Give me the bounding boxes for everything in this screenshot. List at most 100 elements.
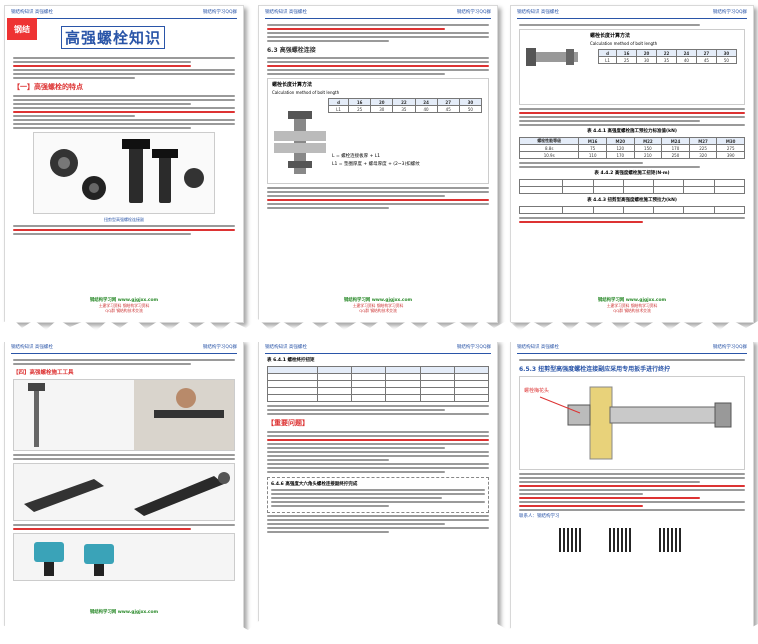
calc-title: 螺栓长度计算方法 — [590, 33, 631, 39]
note-heading: 6.4.6 高强度大六角头螺栓连接副终拧完成 — [271, 482, 358, 487]
length-header-cell-2: 20 — [636, 49, 657, 57]
length-header-cell-3: 22 — [656, 49, 677, 57]
length-value-cell-3: 35 — [392, 105, 416, 113]
length-value-cell-0: L1 — [327, 105, 350, 113]
twist-off-bolt-diagram: 螺栓梅花头 — [519, 376, 745, 470]
preload-value-cell: 10.9s — [518, 151, 580, 159]
page-5[interactable]: 钢结构知识 高强螺栓 钢结构学习QQ群 表 6.4.1 螺栓终拧扭矩 【重要问题… — [258, 340, 498, 635]
bolt-drawing — [274, 111, 326, 174]
preload-value-cell: 170 — [661, 144, 690, 152]
contact-line[interactable]: 联系人：钢结构学习 — [519, 513, 745, 519]
bolt-length-table: d 16 20 22 24 27 30 L1 25 30 35 40 45 50 — [327, 98, 483, 113]
preload-value-cell: 210 — [633, 151, 663, 159]
page-6[interactable]: 钢结构知识 高强螺栓 钢结构学习QQ群 6.5.3 扭剪型高强度螺栓连接副应采用… — [510, 340, 754, 635]
length-header-cell-0: d — [597, 49, 618, 57]
header-left: 钢结构知识 高强螺栓 — [517, 10, 559, 15]
torn-edge-top-row — [0, 318, 758, 342]
length-value-cell-3: 35 — [656, 56, 677, 64]
section-heading: 6.5.3 扭剪型高强度螺栓连接副应采用专用扳手进行终拧 — [519, 366, 671, 373]
header-right: 钢结构学习QQ群 — [712, 345, 747, 350]
header-left: 钢结构知识 高强螺栓 — [265, 345, 307, 350]
bolt-photo — [33, 132, 215, 214]
page-2[interactable]: 钢结构知识 高强螺栓 钢结构学习QQ群 6.3 高强螺栓连接 螺栓长度计算方法 … — [258, 5, 498, 323]
bolt-length-diagram: 螺栓长度计算方法 Calculation method of bolt leng… — [519, 29, 745, 105]
preload-header-cell: 螺栓性能等级 — [518, 137, 580, 145]
qr-strip — [519, 522, 745, 562]
length-header-cell-4: 24 — [675, 49, 697, 57]
table-row: 10.9s 110 170 210 250 320 390 — [518, 151, 745, 159]
note-box: 6.4.6 高强度大六角头螺栓连接副终拧完成 — [267, 477, 489, 513]
electric-wrench-photo — [13, 533, 235, 581]
qr-code-1 — [559, 528, 583, 552]
page-3[interactable]: 钢结构知识 高强螺栓 钢结构学习QQ群 螺栓长度计算方法 Calculation… — [510, 5, 754, 323]
length-value-cell-1: 25 — [348, 105, 372, 113]
header-left: 钢结构知识 高强螺栓 — [11, 10, 53, 15]
length-header-cell-1: 16 — [348, 98, 372, 106]
length-header-cell-2: 20 — [370, 98, 394, 106]
header-left: 钢结构知识 高强螺栓 — [265, 10, 307, 15]
preload-value-cell: 170 — [605, 151, 635, 159]
page-header: 钢结构知识 高强螺栓 钢结构学习QQ群 — [11, 344, 237, 354]
preload-header-cell: M20 — [605, 137, 635, 145]
page-4[interactable]: 钢结构知识 高强螺栓 钢结构学习QQ群 【四】高强螺栓施工工具 钢结构学习网 w… — [4, 340, 244, 635]
table2-title: 表 4.4.1 高强度螺栓施工预拉力标准值(kN) — [587, 129, 677, 134]
preload-table: 螺栓性能等级 M16 M20 M22 M24 M27 M30 8.8s 75 120 150 170 2… — [518, 137, 745, 159]
length-value-cell-4: 40 — [414, 105, 438, 113]
preload-value-cell: 390 — [716, 151, 745, 159]
wrench-photo-2 — [13, 463, 235, 521]
formula-2: L1 = 垫圈厚度 + 螺母厚度 + (2~3)扣螺纹 — [332, 162, 420, 167]
image-caption: 扭剪型高强螺栓连接副 — [104, 217, 144, 222]
header-right: 钢结构学习QQ群 — [456, 345, 491, 350]
qr-code-3 — [659, 528, 683, 552]
image-label: 螺栓梅花头 — [524, 388, 550, 394]
page-1[interactable]: 钢结构知识 高强螺栓 钢结构学习QQ群 钢结 高强螺栓知识 【一】高强螺栓的特点 — [4, 5, 244, 323]
length-value-cell-1: 25 — [616, 56, 638, 64]
table4-title: 表 4.4.3 扭剪型高强度螺栓施工预拉力(kN) — [587, 198, 677, 203]
page-header: 钢结构知识 高强螺栓 钢结构学习QQ群 — [517, 344, 747, 354]
preload-value-cell: 8.8s — [518, 144, 580, 152]
preload-header-cell: M16 — [578, 137, 607, 145]
preload-value-cell: 225 — [688, 144, 718, 152]
header-right: 钢结构学习QQ群 — [202, 345, 237, 350]
twist-off-table — [518, 206, 746, 214]
section-heading: 【四】高强螺栓施工工具 — [13, 370, 74, 376]
preload-header-cell: M30 — [716, 137, 745, 145]
length-header-cell-4: 24 — [414, 98, 438, 106]
length-value-cell-2: 30 — [370, 105, 394, 113]
preload-value-cell: 110 — [578, 151, 607, 159]
bolt-drawing — [526, 48, 578, 66]
page-header: 钢结构知识 高强螺栓 钢结构学习QQ群 — [265, 9, 491, 19]
footer-line2: QQ群 钢结构技术交流 — [613, 308, 651, 313]
wrench-photo-1 — [13, 379, 235, 451]
length-header-cell-6: 30 — [458, 98, 483, 106]
preload-header-cell: M24 — [661, 137, 690, 145]
header-right: 钢结构学习QQ群 — [456, 10, 491, 15]
footer-line2: QQ群 钢结构技术交流 — [105, 308, 143, 313]
header-right: 钢结构学习QQ群 — [712, 10, 747, 15]
torque-table — [518, 179, 746, 194]
bolt-length-table: d 16 20 22 24 27 30 L1 25 30 35 40 45 50 — [597, 49, 737, 64]
preload-value-cell: 275 — [716, 144, 745, 152]
preload-value-cell: 320 — [688, 151, 718, 159]
table3-title: 表 4.4.2 高强度螺栓施工扭矩(N·m) — [594, 171, 670, 176]
page-header: 钢结构知识 高强螺栓 钢结构学习QQ群 — [265, 344, 491, 354]
section-heading: 【重要问题】 — [267, 419, 309, 427]
length-header-cell-5: 27 — [436, 98, 460, 106]
page-header: 钢结构知识 高强螺栓 钢结构学习QQ群 — [11, 9, 237, 19]
preload-header-cell: M22 — [633, 137, 663, 145]
section-heading: 【一】高强螺栓的特点 — [13, 83, 83, 91]
footer-site[interactable]: 钢结构学习网 www.gjgjxx.com — [11, 610, 237, 615]
page-footer: 钢结构学习网 www.gjgjxx.com 土建学习资料 钢结构学习资料 QQ群… — [265, 298, 491, 318]
page-footer: 钢结构学习网 www.gjgjxx.com 土建学习资料 钢结构学习资料 QQ群… — [517, 298, 747, 318]
header-right: 钢结构学习QQ群 — [202, 10, 237, 15]
length-value-cell-5: 45 — [695, 56, 717, 64]
length-value-cell-0: L1 — [597, 56, 618, 64]
preload-value-cell: 75 — [578, 144, 607, 152]
length-header-cell-5: 27 — [695, 49, 717, 57]
preload-value-cell: 250 — [661, 151, 690, 159]
section-heading: 6.3 高强螺栓连接 — [267, 47, 316, 54]
length-value-cell-5: 45 — [436, 105, 460, 113]
length-value-cell-6: 50 — [715, 56, 737, 64]
calc-subtitle: Calculation method of bolt length — [272, 90, 340, 95]
length-value-cell-4: 40 — [675, 56, 697, 64]
